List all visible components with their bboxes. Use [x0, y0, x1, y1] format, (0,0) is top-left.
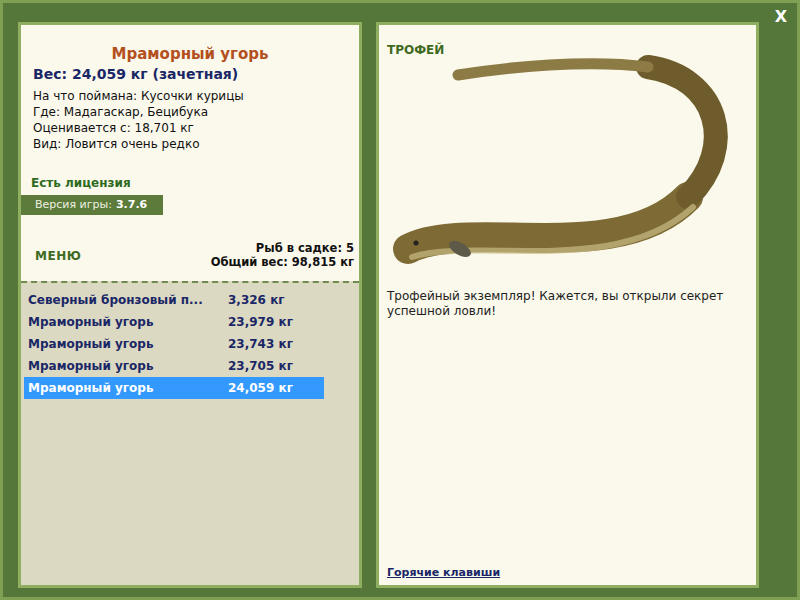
fish-row[interactable]: Мраморный угорь23,743 кг: [24, 333, 324, 355]
catch-detail: Оценивается с: 18,701 кг: [33, 120, 359, 136]
eel-icon: [388, 37, 748, 277]
catch-detail: Где: Мадагаскар, Бецибука: [33, 104, 359, 120]
catch-detail: Вид: Ловится очень редко: [33, 136, 359, 152]
license-status: Есть лицензия: [21, 152, 359, 190]
fish-list: Северный бронзовый п...3,326 кгМраморный…: [21, 281, 359, 585]
fish-row[interactable]: Мраморный угорь23,979 кг: [24, 311, 324, 333]
fish-title: Мраморный угорь: [21, 45, 359, 63]
hotkeys-link[interactable]: Горячие клавиши: [387, 566, 748, 579]
fish-row[interactable]: Северный бронзовый п...3,326 кг: [24, 289, 324, 311]
trophy-message: Трофейный экземпляр! Кажется, вы открыли…: [387, 289, 748, 319]
catch-detail: На что поймана: Кусочки курицы: [33, 88, 359, 104]
fish-row[interactable]: Мраморный угорь24,059 кг: [24, 377, 324, 399]
catch-info: Мраморный угорьВес: 24,059 кг (зачетная)…: [21, 25, 359, 269]
fish-row[interactable]: Мраморный угорь23,705 кг: [24, 355, 324, 377]
trophy-label: ТРОФЕЙ: [387, 43, 748, 57]
version-bar: Версия игры:3.7.6: [21, 195, 163, 215]
trophy-panel: ТРОФЕЙ Трофейный экземпляр! Кажется, вы о…: [376, 22, 759, 588]
fish-weight: Вес: 24,059 кг (зачетная): [21, 63, 359, 82]
menu-button[interactable]: МЕНЮ: [35, 249, 81, 263]
close-button[interactable]: X: [775, 7, 787, 26]
catch-panel: Мраморный угорьВес: 24,059 кг (зачетная)…: [18, 22, 362, 588]
catch-screen: X Мраморный угорьВес: 24,059 кг (зачетная…: [0, 0, 800, 600]
keepnet-summary: Рыб в садке: 5Общий вес: 98,815 кг: [211, 241, 354, 269]
